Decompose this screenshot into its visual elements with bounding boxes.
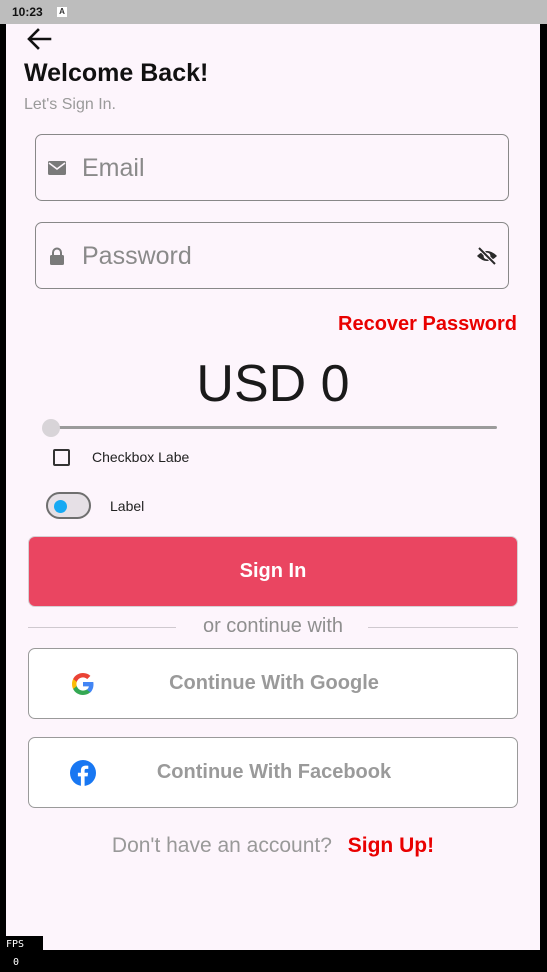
sign-up-link[interactable]: Sign Up! (348, 834, 434, 857)
sign-in-button[interactable]: Sign In (28, 536, 518, 607)
signup-prompt: Don't have an account? Sign Up! (6, 834, 540, 858)
fps-value: 0 (13, 957, 20, 968)
recover-password-link[interactable]: Recover Password (338, 313, 517, 336)
sign-in-screen: Welcome Back! Let's Sign In. Email Passw… (6, 24, 540, 950)
email-placeholder: Email (82, 154, 145, 182)
signup-question: Don't have an account? (111, 834, 332, 857)
amount-slider-track[interactable] (46, 426, 497, 429)
email-field[interactable]: Email (35, 134, 509, 201)
eye-off-icon[interactable] (476, 246, 498, 266)
lock-icon (50, 247, 64, 265)
facebook-button-label: Continue With Facebook (156, 761, 392, 783)
page-title: Welcome Back! (24, 59, 209, 87)
google-button-label: Continue With Google (169, 672, 379, 694)
amount-display: USD 0 (196, 355, 350, 413)
arrow-back-icon (27, 28, 52, 50)
password-field[interactable]: Password (35, 222, 509, 289)
password-placeholder: Password (82, 242, 192, 270)
checkbox-label: Checkbox Labe (92, 449, 190, 465)
fps-label: FPS (6, 939, 25, 950)
fps-overlay: FPS 0 (3, 936, 43, 968)
status-bar: 10:23 A (0, 0, 547, 24)
switch-knob (54, 500, 67, 513)
checkbox[interactable] (53, 449, 70, 466)
toggle-switch[interactable] (46, 492, 91, 519)
amount-slider-thumb[interactable] (42, 419, 60, 437)
notification-icon: A (57, 7, 67, 17)
page-subtitle: Let's Sign In. (24, 96, 116, 113)
switch-label: Label (110, 498, 145, 514)
status-time: 10:23 (12, 5, 43, 19)
divider-right (368, 627, 518, 628)
facebook-button[interactable]: Continue With Facebook (28, 737, 518, 808)
back-button[interactable] (24, 26, 54, 52)
mail-icon (48, 161, 66, 175)
google-button[interactable]: Continue With Google (28, 648, 518, 719)
